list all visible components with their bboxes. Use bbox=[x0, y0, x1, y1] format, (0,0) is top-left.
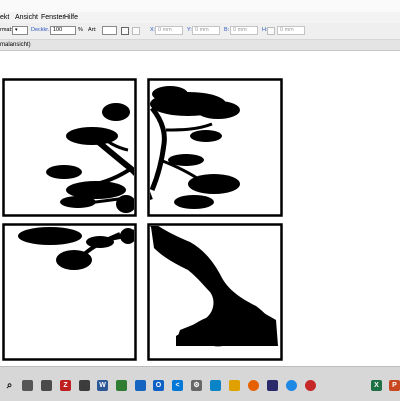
powerpoint-icon[interactable]: P bbox=[389, 380, 400, 391]
x-value: 0 mm bbox=[158, 27, 172, 33]
calculator-icon[interactable] bbox=[79, 380, 90, 391]
ref-point-icon[interactable] bbox=[132, 27, 140, 35]
drawing-canvas[interactable] bbox=[0, 51, 400, 366]
y-input[interactable]: 0 mm bbox=[192, 26, 220, 35]
format-label: rmat: bbox=[0, 27, 13, 33]
document-tab-label: malansicht) bbox=[0, 42, 31, 48]
height-input[interactable]: 0 mm bbox=[277, 26, 305, 35]
menu-item-window[interactable]: Fenster bbox=[41, 12, 65, 23]
lock-icon[interactable] bbox=[267, 27, 275, 35]
title-bar bbox=[0, 0, 400, 12]
width-value: 0 mm bbox=[233, 27, 247, 33]
mail-icon[interactable] bbox=[135, 380, 146, 391]
opacity-value: 100 bbox=[53, 27, 63, 33]
y-value: 0 mm bbox=[195, 27, 209, 33]
opacity-label: Deckkr.: bbox=[31, 27, 51, 33]
x-input[interactable]: 0 mm bbox=[155, 26, 183, 35]
menu-item-object[interactable]: ekt bbox=[0, 12, 9, 23]
filezilla-icon[interactable]: Z bbox=[60, 380, 71, 391]
opera-icon[interactable] bbox=[305, 380, 316, 391]
type-select[interactable] bbox=[102, 26, 117, 35]
task-view-icon[interactable] bbox=[22, 380, 33, 391]
settings-icon[interactable]: ⚙ bbox=[191, 380, 202, 391]
opacity-input[interactable]: 100 bbox=[50, 26, 76, 35]
firefox-icon[interactable] bbox=[248, 380, 259, 391]
chevron-down-icon: ▾ bbox=[15, 27, 18, 33]
word-icon[interactable]: W bbox=[97, 380, 108, 391]
file-explorer-icon[interactable] bbox=[41, 380, 52, 391]
menu-item-view[interactable]: Ansicht bbox=[15, 12, 38, 23]
vscode-icon[interactable]: < bbox=[172, 380, 183, 391]
menu-bar: ekt Ansicht Fenster Hilfe bbox=[0, 12, 400, 23]
property-toolbar: rmat: ▾ Deckkr.: 100 % Art: X: 0 mm Y: 0… bbox=[0, 23, 400, 40]
artwork bbox=[2, 78, 283, 361]
transform-icon[interactable] bbox=[121, 27, 129, 35]
excel-icon[interactable]: X bbox=[371, 380, 382, 391]
type-label: Art: bbox=[88, 27, 97, 33]
edge-icon[interactable] bbox=[286, 380, 297, 391]
photos-icon[interactable] bbox=[210, 380, 221, 391]
document-tab[interactable]: malansicht) bbox=[0, 40, 400, 51]
menu-item-help[interactable]: Hilfe bbox=[64, 12, 78, 23]
browser-icon[interactable] bbox=[116, 380, 127, 391]
format-select[interactable]: ▾ bbox=[12, 26, 28, 35]
height-value: 0 mm bbox=[280, 27, 294, 33]
width-label: B: bbox=[224, 27, 230, 33]
opacity-unit: % bbox=[78, 27, 83, 33]
outlook-icon[interactable]: O bbox=[153, 380, 164, 391]
app-icon[interactable] bbox=[267, 380, 278, 391]
folder-icon[interactable] bbox=[229, 380, 240, 391]
width-input[interactable]: 0 mm bbox=[230, 26, 258, 35]
taskbar: ⌕ Z W O < ⚙ X P bbox=[0, 366, 400, 401]
search-icon[interactable]: ⌕ bbox=[4, 380, 15, 391]
